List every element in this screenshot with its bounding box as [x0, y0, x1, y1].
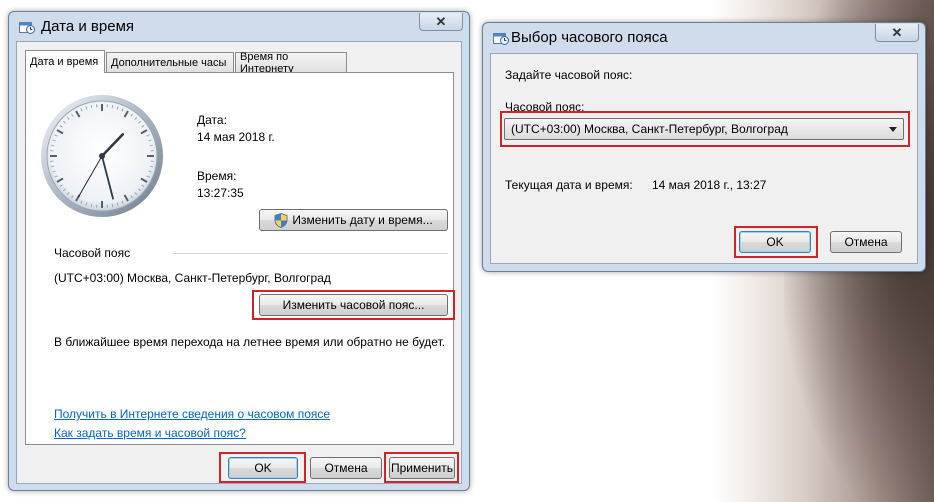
datetime-dialog-titlebar[interactable]: Дата и время ✕ — [9, 12, 469, 42]
analog-clock — [41, 95, 163, 217]
ok-button[interactable]: OK — [739, 231, 811, 253]
calendar-clock-icon — [19, 22, 35, 34]
cancel-button[interactable]: Отмена — [310, 457, 382, 479]
link-online-timezone-info[interactable]: Получить в Интернете сведения о часовом … — [54, 407, 330, 421]
clock-minute-mark — [90, 105, 93, 109]
timezone-instruction: Задайте часовой пояс: — [505, 68, 633, 82]
close-button[interactable]: ✕ — [419, 13, 463, 31]
current-datetime-label: Текущая дата и время: — [505, 178, 633, 192]
tab-additional-clocks[interactable]: Дополнительные часы — [106, 52, 234, 72]
window-title: Выбор часового пояса — [511, 29, 668, 46]
timezone-value: (UTC+03:00) Москва, Санкт-Петербург, Вол… — [54, 271, 331, 285]
uac-shield-icon — [274, 212, 288, 228]
clock-minute-mark — [111, 105, 114, 109]
dst-notice: В ближайшее время перехода на летнее вре… — [54, 335, 446, 349]
clock-minute-mark — [111, 203, 114, 207]
date-value: 14 мая 2018 г. — [197, 130, 275, 144]
time-label: Время: — [197, 169, 237, 183]
timezone-dialog-body: Задайте часовой пояс: Часовой пояс: (UTC… — [490, 53, 918, 264]
datetime-dialog-body: Дата и время Дополнительные часы Время п… — [16, 41, 462, 484]
timezone-select[interactable]: (UTC+03:00) Москва, Санкт-Петербург, Вол… — [504, 118, 904, 140]
timezone-separator — [173, 253, 448, 254]
close-button[interactable]: ✕ — [875, 24, 919, 42]
timezone-dialog-titlebar[interactable]: Выбор часового пояса ✕ — [483, 23, 925, 53]
timezone-dialog: Выбор часового пояса ✕ Задайте часовой п… — [482, 22, 926, 272]
link-how-to-set-time[interactable]: Как задать время и часовой пояс? — [54, 426, 246, 440]
ok-button[interactable]: OK — [228, 457, 298, 479]
date-label: Дата: — [197, 113, 227, 127]
timezone-section-label: Часовой пояс — [54, 246, 131, 260]
change-timezone-button[interactable]: Изменить часовой пояс... — [259, 294, 448, 316]
cancel-button[interactable]: Отмена — [830, 231, 902, 253]
calendar-clock-icon — [493, 33, 509, 45]
tab-internet-time[interactable]: Время по Интернету — [235, 51, 347, 75]
window-title: Дата и время — [41, 18, 135, 35]
clock-minute-mark — [149, 144, 153, 147]
tab-date-time[interactable]: Дата и время — [25, 50, 105, 73]
current-datetime-value: 14 мая 2018 г., 13:27 — [652, 178, 767, 192]
datetime-dialog: Дата и время ✕ Дата и время Дополнительн… — [8, 11, 470, 491]
clock-minute-mark — [90, 203, 93, 207]
timezone-combo-label: Часовой пояс: — [505, 100, 585, 114]
clock-minute-mark — [51, 165, 55, 168]
change-datetime-button[interactable]: Изменить дату и время... — [259, 209, 448, 231]
chevron-down-icon — [889, 127, 897, 132]
clock-minute-mark — [51, 144, 55, 147]
close-icon: ✕ — [435, 13, 447, 29]
close-icon: ✕ — [891, 24, 903, 40]
tab-panel-date-time: Дата: 14 мая 2018 г. Время: 13:27:35 Изм… — [25, 72, 455, 445]
time-value: 13:27:35 — [197, 186, 244, 200]
apply-button[interactable]: Применить — [389, 457, 455, 479]
clock-minute-mark — [149, 165, 153, 168]
